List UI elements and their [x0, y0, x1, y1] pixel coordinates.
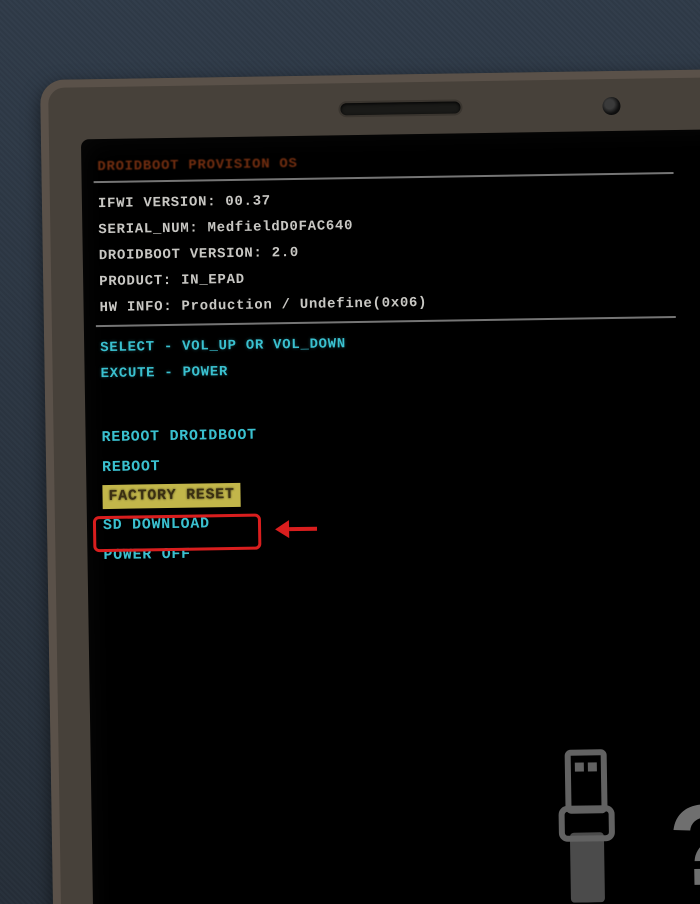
speaker-grille [340, 101, 460, 115]
boot-menu: REBOOT DROIDBOOT REBOOT FACTORY RESET SD… [101, 413, 700, 571]
usb-status-area: ? No USB cable connected! [380, 710, 700, 904]
front-camera [602, 97, 620, 115]
page-title: DROIDBOOT PROVISION OS [97, 149, 700, 175]
boot-screen: DROIDBOOT PROVISION OS IFWI VERSION: 00.… [93, 149, 700, 904]
usb-icon [514, 711, 657, 904]
photo-scene: DROIDBOOT PROVISION OS IFWI VERSION: 00.… [0, 0, 700, 904]
display-bezel: DROIDBOOT PROVISION OS IFWI VERSION: 00.… [81, 129, 700, 904]
question-mark-icon: ? [669, 793, 700, 904]
menu-item-factory-reset[interactable]: FACTORY RESET [102, 483, 240, 509]
tablet-body: DROIDBOOT PROVISION OS IFWI VERSION: 00.… [40, 69, 700, 904]
